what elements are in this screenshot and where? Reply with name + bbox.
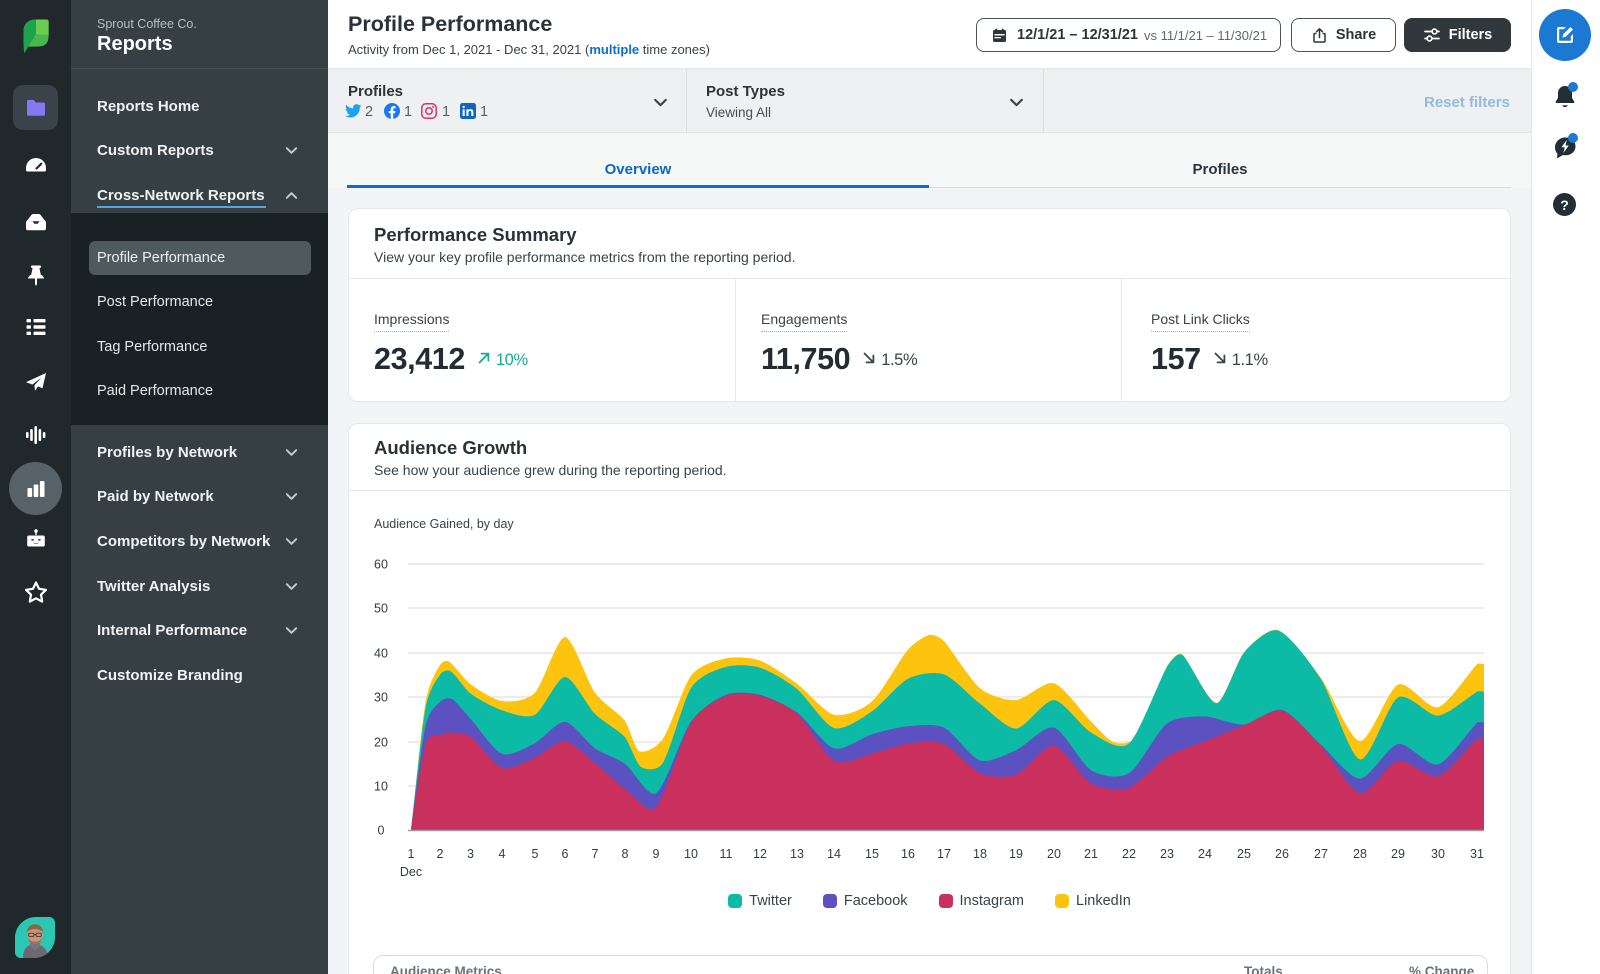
svg-text:17: 17 [937, 847, 951, 861]
svg-text:3: 3 [467, 847, 474, 861]
svg-text:50: 50 [374, 602, 388, 616]
svg-text:30: 30 [1431, 847, 1445, 861]
svg-text:6: 6 [562, 847, 569, 861]
svg-text:5: 5 [532, 847, 539, 861]
svg-text:13: 13 [790, 847, 804, 861]
svg-text:30: 30 [374, 691, 388, 705]
svg-text:60: 60 [374, 558, 388, 572]
svg-text:Dec: Dec [400, 865, 422, 879]
svg-text:0: 0 [378, 824, 385, 838]
svg-text:24: 24 [1198, 847, 1212, 861]
svg-text:15: 15 [865, 847, 879, 861]
svg-text:27: 27 [1314, 847, 1328, 861]
svg-text:2: 2 [437, 847, 444, 861]
svg-text:4: 4 [499, 847, 506, 861]
svg-text:12: 12 [753, 847, 767, 861]
svg-text:25: 25 [1237, 847, 1251, 861]
svg-text:10: 10 [374, 780, 388, 794]
svg-text:1: 1 [408, 847, 415, 861]
svg-text:10: 10 [684, 847, 698, 861]
svg-text:40: 40 [374, 647, 388, 661]
svg-text:23: 23 [1160, 847, 1174, 861]
svg-text:19: 19 [1009, 847, 1023, 861]
svg-text:7: 7 [592, 847, 599, 861]
svg-text:29: 29 [1391, 847, 1405, 861]
svg-text:14: 14 [827, 847, 841, 861]
svg-text:20: 20 [1047, 847, 1061, 861]
svg-text:31: 31 [1470, 847, 1484, 861]
svg-text:28: 28 [1353, 847, 1367, 861]
svg-text:8: 8 [622, 847, 629, 861]
svg-text:21: 21 [1084, 847, 1098, 861]
svg-text:16: 16 [901, 847, 915, 861]
svg-text:11: 11 [720, 847, 733, 861]
svg-text:20: 20 [374, 736, 388, 750]
svg-text:9: 9 [653, 847, 660, 861]
svg-text:18: 18 [973, 847, 987, 861]
svg-text:22: 22 [1122, 847, 1136, 861]
svg-text:26: 26 [1275, 847, 1289, 861]
